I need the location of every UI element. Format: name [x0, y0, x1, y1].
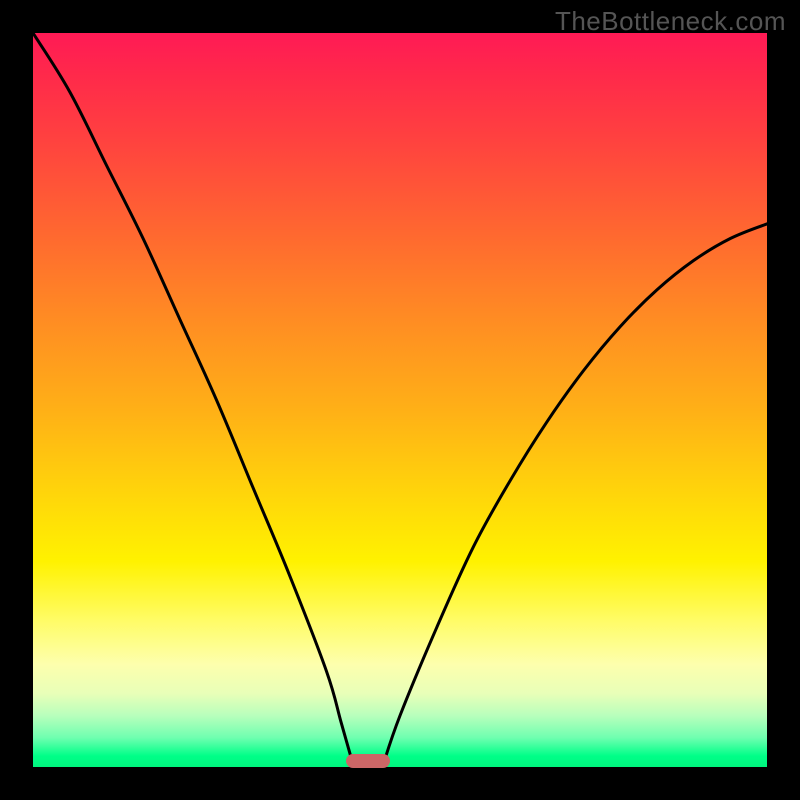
bottleneck-marker [346, 754, 390, 768]
watermark-text: TheBottleneck.com [555, 6, 786, 37]
right-curve [382, 224, 767, 767]
curves-svg [33, 33, 767, 767]
left-curve [33, 33, 354, 767]
chart-frame: TheBottleneck.com [0, 0, 800, 800]
plot-area [33, 33, 767, 767]
